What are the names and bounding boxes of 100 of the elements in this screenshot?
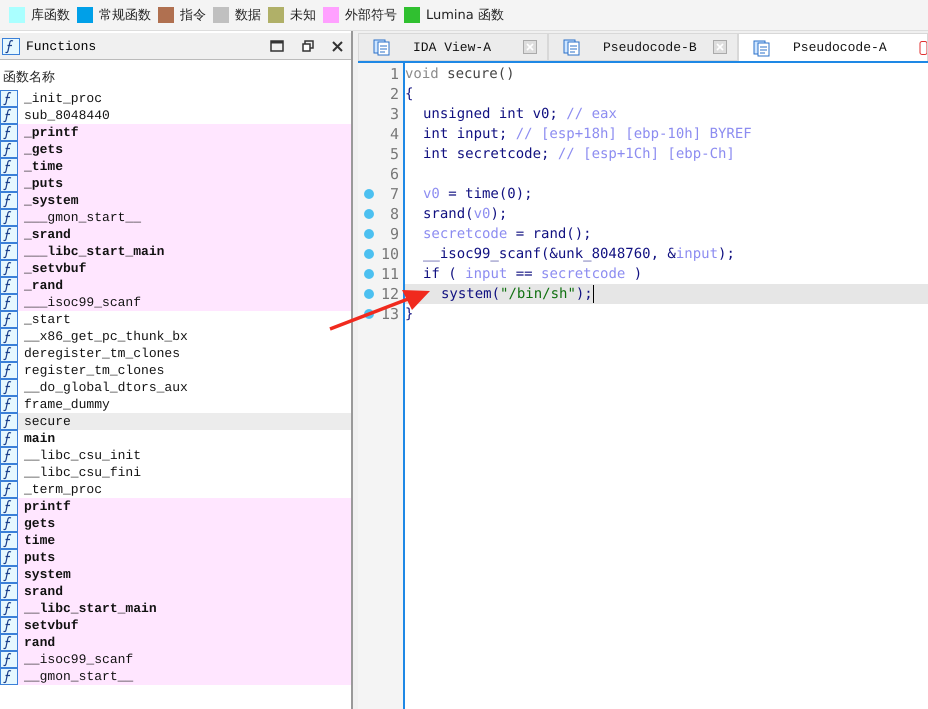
breakpoint-dot[interactable] [364,189,374,199]
function-icon [0,634,18,651]
function-row[interactable]: gets [0,515,351,532]
text-cursor [592,285,594,303]
tab[interactable]: Pseudocode-A [738,33,928,61]
function-row[interactable]: secure [0,413,351,430]
function-row[interactable]: ___libc_start_main [0,243,351,260]
function-name: _init_proc [24,91,102,106]
line-number: 10 [380,245,399,263]
function-name: sub_8048440 [24,108,110,123]
code-line: int input; // [esp+18h] [ebp-10h] BYREF [423,126,752,142]
function-row[interactable]: _time [0,158,351,175]
function-icon [0,277,18,294]
line-number: 3 [390,105,399,123]
function-name: frame_dummy [24,397,110,412]
function-name: printf [24,499,71,514]
function-icon [0,379,18,396]
line-number: 1 [390,65,399,83]
line-number: 5 [390,145,399,163]
function-row[interactable]: _gets [0,141,351,158]
function-icon [0,464,18,481]
function-name: _system [24,193,79,208]
panel-title: Functions [26,38,98,54]
function-row[interactable]: __isoc99_scanf [0,651,351,668]
function-name: gets [24,516,56,531]
code-line: { [405,86,414,102]
function-icon [0,515,18,532]
function-icon [0,600,18,617]
function-icon [0,158,18,175]
function-icon [0,668,18,685]
breakpoint-dot[interactable] [364,269,374,279]
function-name: _srand [24,227,71,242]
breakpoint-dot[interactable] [364,229,374,239]
code-line: } [405,306,414,322]
function-icon [0,107,18,124]
breakpoint-dot[interactable] [364,249,374,259]
code-line: srand(v0); [423,206,508,222]
function-icon [0,566,18,583]
line-number: 8 [390,205,399,223]
function-name: _puts [24,176,64,191]
function-row[interactable]: ___gmon_start__ [0,209,351,226]
function-icon [0,413,18,430]
function-row[interactable]: _printf [0,124,351,141]
maximize-icon[interactable] [270,40,284,52]
code-line: unsigned int v0; // eax [423,106,617,122]
column-header[interactable]: 函数名称 [0,60,351,90]
function-icon [0,617,18,634]
function-row[interactable]: __libc_start_main [0,600,351,617]
function-name: __libc_csu_init [24,448,142,463]
function-icon [0,192,18,209]
tab[interactable]: IDA View-A [358,33,548,61]
function-row[interactable]: puts [0,549,351,566]
function-name: _gets [24,142,64,157]
function-name: _time [24,159,64,174]
function-name: deregister_tm_clones [24,346,180,361]
function-row[interactable]: time [0,532,351,549]
function-row[interactable]: _puts [0,175,351,192]
function-name: __gmon_start__ [24,669,134,684]
line-number: 11 [380,265,399,283]
function-name: ___isoc99_scanf [24,295,142,310]
function-icon [0,430,18,447]
line-number: 6 [390,165,399,183]
function-icon [0,209,18,226]
function-row[interactable]: _system [0,192,351,209]
tab[interactable]: Pseudocode-B [548,33,738,61]
function-row[interactable]: _setvbuf [0,260,351,277]
function-icon [0,651,18,668]
function-row[interactable]: srand [0,583,351,600]
breakpoint-dot[interactable] [364,209,374,219]
line-number: 2 [390,85,399,103]
function-row[interactable]: setvbuf [0,617,351,634]
function-row[interactable]: printf [0,498,351,515]
legend-label: 未知 [290,7,316,24]
function-name: _setvbuf [24,261,86,276]
function-row[interactable]: ___isoc99_scanf [0,294,351,311]
function-row[interactable]: _srand [0,226,351,243]
restore-icon[interactable] [302,40,314,52]
function-row[interactable]: _rand [0,277,351,294]
function-icon [0,141,18,158]
function-name: system [24,567,71,582]
function-row[interactable]: __gmon_start__ [0,668,351,685]
code-line: system("/bin/sh"); [441,286,593,302]
code-line: if ( input == secretcode ) [423,266,642,282]
function-row[interactable]: rand [0,634,351,651]
legend-label: Lumina 函数 [426,7,504,24]
line-number: 4 [390,125,399,143]
function-name: _term_proc [24,482,102,497]
function-icon [0,396,18,413]
function-icon [0,124,18,141]
function-icon [0,345,18,362]
breakpoint-dot[interactable] [364,289,374,299]
function-icon [0,532,18,549]
function-icon [0,90,18,107]
function-name: __x86_get_pc_thunk_bx [24,329,188,344]
function-icon [0,294,18,311]
function-name: _rand [24,278,64,293]
function-icon [0,362,18,379]
function-icon [2,38,20,54]
function-icon [0,498,18,515]
function-row[interactable]: system [0,566,351,583]
